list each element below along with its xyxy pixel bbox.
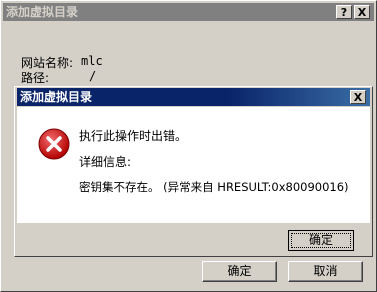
error-dialog-title: 添加虚拟目录 X xyxy=(17,88,370,106)
error-icon xyxy=(37,127,71,161)
error-dialog: 添加虚拟目录 X 执行此操作时出错。 详细信息: 密钥集不存在。 (异常来自 H… xyxy=(14,86,373,257)
close-button[interactable]: X xyxy=(354,5,370,19)
error-message: 执行此操作时出错。 xyxy=(79,129,188,143)
outer-dialog-title: 添加虚拟目录 ? X xyxy=(3,3,374,21)
path-label: 路径: xyxy=(21,71,50,85)
outer-cancel-button[interactable]: 取消 xyxy=(288,261,363,282)
error-details: 密钥集不存在。 (异常来自 HRESULT:0x80090016) xyxy=(79,180,349,194)
details-label: 详细信息: xyxy=(79,155,132,169)
help-button[interactable]: ? xyxy=(336,5,352,19)
outer-dialog-title-text: 添加虚拟目录 xyxy=(6,5,79,19)
error-dialog-title-text: 添加虚拟目录 xyxy=(20,90,93,104)
error-close-button[interactable]: X xyxy=(350,90,366,104)
error-ok-button[interactable]: 确定 xyxy=(288,230,354,251)
error-ok-button-label: 确定 xyxy=(291,233,351,248)
path-value: / xyxy=(89,69,97,83)
error-dialog-body: 执行此操作时出错。 详细信息: 密钥集不存在。 (异常来自 HRESULT:0x… xyxy=(17,107,370,223)
outer-ok-button[interactable]: 确定 xyxy=(202,261,277,282)
site-name-value: mlc xyxy=(81,54,103,68)
